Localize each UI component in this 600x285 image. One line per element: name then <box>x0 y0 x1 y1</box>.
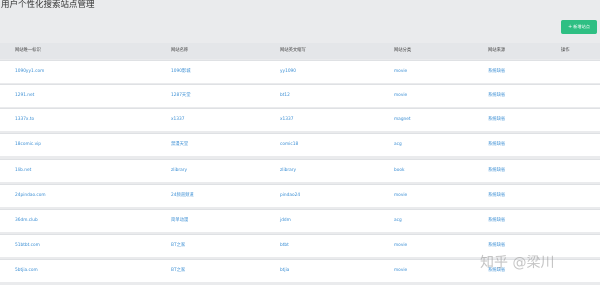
site-abbr-link[interactable]: btbt <box>280 243 289 248</box>
column-header-site-abbr[interactable]: 网站英文缩写 <box>280 48 306 53</box>
site-category-link[interactable]: movie <box>394 268 407 273</box>
site-abbr-link[interactable]: yy1090 <box>280 69 296 74</box>
site-category-link[interactable]: movie <box>394 243 407 248</box>
table-row: 1lib.net zlibrary zlibrary book 系统缺省 <box>0 159 600 182</box>
plus-icon: + <box>568 23 573 30</box>
site-id-link[interactable]: 5btjia.com <box>15 268 38 273</box>
site-category-link[interactable]: acg <box>394 218 402 223</box>
table-header: 网站唯一标识 网站名称 网站英文缩写 网站分类 网站来源 操作 <box>0 43 600 59</box>
site-name-link[interactable]: BT之家 <box>171 243 185 248</box>
site-abbr-link[interactable]: btjia <box>280 268 289 273</box>
site-abbr-link[interactable]: bt12 <box>280 93 290 98</box>
site-name-link[interactable]: x1337 <box>171 117 184 122</box>
site-name-link[interactable]: 简单动漫 <box>171 218 188 223</box>
table-row: 1291.net 1287天堂 bt12 movie 系统缺省 <box>0 84 600 107</box>
site-id-link[interactable]: 36dm.club <box>15 218 38 223</box>
site-name-link[interactable]: 禁漫天堂 <box>171 142 188 147</box>
column-header-site-id[interactable]: 网站唯一标识 <box>15 48 41 53</box>
table-row: 1090yy1.com 1090影城 yy1090 movie 系统缺省 <box>0 60 600 83</box>
site-source-link[interactable]: 系统缺省 <box>488 142 505 147</box>
column-header-site-name[interactable]: 网站名称 <box>171 48 188 53</box>
site-name-link[interactable]: 1287天堂 <box>171 93 191 98</box>
site-abbr-link[interactable]: jddm <box>280 218 291 223</box>
site-id-link[interactable]: 1291.net <box>15 93 34 98</box>
zhihu-watermark: 知乎 @梁川 <box>480 255 555 271</box>
site-name-link[interactable]: zlibrary <box>171 168 187 173</box>
site-category-link[interactable]: acg <box>394 142 402 147</box>
site-category-link[interactable]: movie <box>394 69 407 74</box>
site-name-link[interactable]: 1090影城 <box>171 69 191 74</box>
site-category-link[interactable]: movie <box>394 93 407 98</box>
site-abbr-link[interactable]: zlibrary <box>280 168 296 173</box>
site-id-link[interactable]: 18comic.vip <box>15 142 41 147</box>
site-id-link[interactable]: 24pindao.com <box>15 193 46 198</box>
site-id-link[interactable]: 51btbt.com <box>15 243 40 248</box>
add-site-button[interactable]: + 新增站点 <box>561 20 597 34</box>
site-source-link[interactable]: 系统缺省 <box>488 168 505 173</box>
table-row: 1337x.to x1337 x1337 magnet 系统缺省 <box>0 108 600 131</box>
site-id-link[interactable]: 1090yy1.com <box>15 69 44 74</box>
page-title: 用户个性化搜索站点管理 <box>1 0 95 10</box>
site-abbr-link[interactable]: x1337 <box>280 117 293 122</box>
site-id-link[interactable]: 1337x.to <box>15 117 34 122</box>
add-site-label: 新增站点 <box>573 24 590 29</box>
site-name-link[interactable]: 24频道频道 <box>171 193 194 198</box>
site-category-link[interactable]: movie <box>394 193 407 198</box>
table-row: 18comic.vip 禁漫天堂 comic18 acg 系统缺省 <box>0 133 600 156</box>
site-name-link[interactable]: BT之家 <box>171 268 185 273</box>
site-category-link[interactable]: magnet <box>394 117 411 122</box>
site-source-link[interactable]: 系统缺省 <box>488 218 505 223</box>
site-source-link[interactable]: 系统缺省 <box>488 117 505 122</box>
column-header-actions: 操作 <box>561 47 570 53</box>
site-abbr-link[interactable]: pindao24 <box>280 193 300 198</box>
site-source-link[interactable]: 系统缺省 <box>488 243 505 248</box>
table-row: 24pindao.com 24频道频道 pindao24 movie 系统缺省 <box>0 184 600 207</box>
column-header-site-category[interactable]: 网站分类 <box>394 48 411 53</box>
site-abbr-link[interactable]: comic18 <box>280 142 298 147</box>
table-row: 36dm.club 简单动漫 jddm acg 系统缺省 <box>0 209 600 232</box>
site-category-link[interactable]: book <box>394 168 404 173</box>
site-source-link[interactable]: 系统缺省 <box>488 69 505 74</box>
site-source-link[interactable]: 系统缺省 <box>488 193 505 198</box>
site-id-link[interactable]: 1lib.net <box>15 168 31 173</box>
site-source-link[interactable]: 系统缺省 <box>488 93 505 98</box>
column-header-site-source[interactable]: 网站来源 <box>488 48 505 53</box>
